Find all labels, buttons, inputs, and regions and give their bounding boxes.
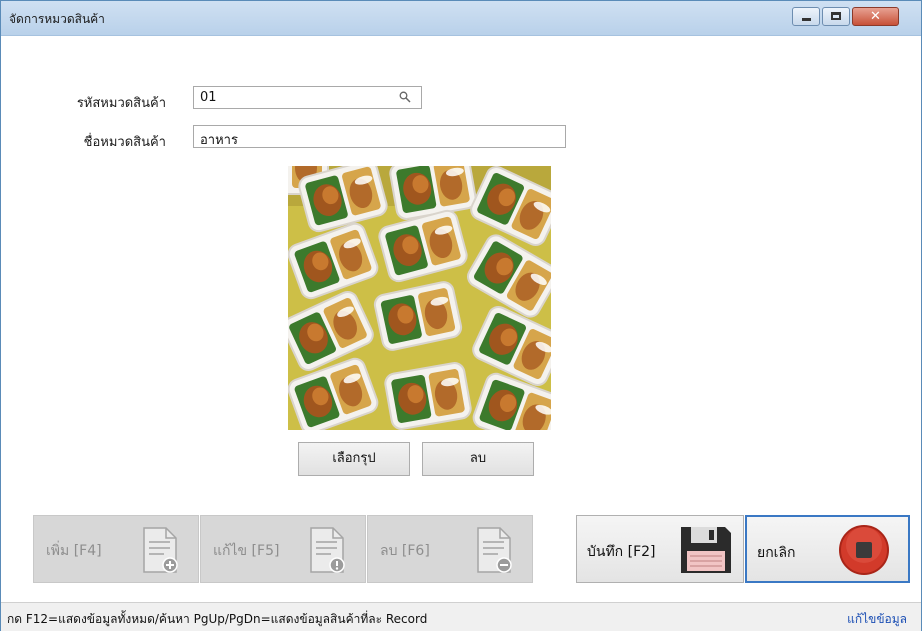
status-mode: แก้ไขข้อมูล <box>847 612 907 626</box>
edit-button-label: แก้ไข [F5] <box>213 543 280 559</box>
cancel-button-label: ยกเลิก <box>757 545 796 561</box>
floppy-disk-icon <box>681 527 731 573</box>
window-title: จัดการหมวดสินค้า <box>9 12 105 26</box>
cancel-button[interactable]: ยกเลิก <box>745 515 910 583</box>
search-icon[interactable] <box>399 91 411 103</box>
add-button-label: เพิ่ม [F4] <box>46 543 102 559</box>
minimize-icon <box>802 18 811 21</box>
category-name-value: อาหาร <box>200 133 238 148</box>
add-button[interactable]: เพิ่ม [F4] <box>33 515 199 583</box>
close-icon: ✕ <box>870 9 881 24</box>
edit-button[interactable]: แก้ไข [F5] <box>200 515 366 583</box>
choose-image-button[interactable]: เลือกรุป <box>298 442 410 476</box>
delete-image-button[interactable]: ลบ <box>422 442 534 476</box>
delete-button-label: ลบ [F6] <box>380 543 430 559</box>
document-remove-icon <box>477 527 512 573</box>
status-hint: กด F12=แสดงข้อมูลทั้งหมด/ค้นหา PgUp/PgDn… <box>7 612 428 626</box>
save-button[interactable]: บันทึก [F2] <box>576 515 744 583</box>
food-boxes-photo <box>288 166 551 430</box>
category-code-field[interactable]: 01 <box>193 86 422 109</box>
minimize-button[interactable] <box>792 7 820 26</box>
category-name-label: ชื่อหมวดสินค้า <box>83 135 166 150</box>
maximize-icon <box>831 12 841 20</box>
delete-button[interactable]: ลบ [F6] <box>367 515 533 583</box>
document-add-icon <box>143 527 178 573</box>
category-image <box>288 166 551 430</box>
main-window: จัดการหมวดสินค้า ✕ รหัสหมวดสินค้า 01 ชื่… <box>0 0 922 631</box>
title-bar[interactable]: จัดการหมวดสินค้า ✕ <box>1 1 921 36</box>
stop-icon <box>839 525 889 575</box>
save-button-label: บันทึก [F2] <box>587 544 656 560</box>
category-code-value: 01 <box>200 90 217 105</box>
category-name-field[interactable]: อาหาร <box>193 125 566 148</box>
category-code-label: รหัสหมวดสินค้า <box>76 96 166 111</box>
status-bar: กด F12=แสดงข้อมูลทั้งหมด/ค้นหา PgUp/PgDn… <box>1 602 921 631</box>
close-button[interactable]: ✕ <box>852 7 899 26</box>
document-edit-icon <box>310 527 345 573</box>
maximize-button[interactable] <box>822 7 850 26</box>
